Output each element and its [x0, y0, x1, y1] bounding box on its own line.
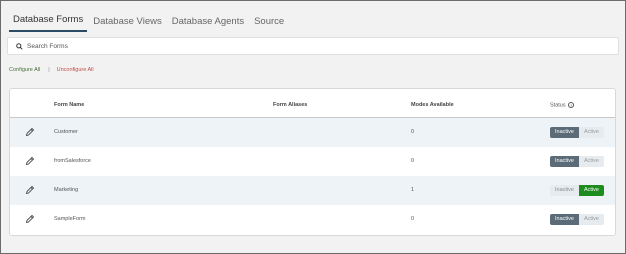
- status-inactive-button[interactable]: Inactive: [550, 214, 579, 225]
- status-active-button[interactable]: Active: [578, 185, 604, 196]
- bulk-actions: Configure All | Unconfigure All: [9, 67, 94, 73]
- header-modes-available: Modes Available: [411, 102, 454, 108]
- status-inactive-button[interactable]: Inactive: [550, 127, 579, 138]
- tab-database-forms[interactable]: Database Forms: [9, 14, 88, 32]
- status-inactive-button[interactable]: Inactive: [550, 185, 579, 196]
- status-active-button[interactable]: Active: [578, 127, 604, 138]
- status-inactive-button[interactable]: Inactive: [550, 156, 579, 167]
- cell-form-name: fromSalesforce: [54, 158, 91, 164]
- tab-bar: Database Forms Database Views Database A…: [9, 8, 290, 32]
- cell-form-name: Marketing: [54, 187, 79, 193]
- search-icon: [13, 40, 25, 52]
- status-toggle: Inactive Active: [550, 156, 604, 167]
- search-bar: [7, 37, 619, 55]
- forms-table: Form Name Form Aliases Modes Available S…: [9, 88, 616, 236]
- cell-modes-available: 0: [411, 129, 415, 135]
- status-toggle: Inactive Active: [550, 185, 604, 196]
- edit-pencil-icon[interactable]: [25, 127, 35, 137]
- table-row: fromSalesforce 0 Inactive Active: [10, 147, 615, 176]
- tab-database-agents[interactable]: Database Agents: [168, 16, 248, 32]
- configure-all-link[interactable]: Configure All: [9, 67, 40, 73]
- status-active-button[interactable]: Active: [578, 156, 604, 167]
- header-form-aliases: Form Aliases: [273, 102, 308, 108]
- unconfigure-all-link[interactable]: Unconfigure All: [57, 67, 94, 73]
- cell-modes-available: 1: [411, 187, 415, 193]
- header-status: Status ?: [550, 102, 575, 109]
- edit-pencil-icon[interactable]: [25, 214, 35, 224]
- table-row: Customer 0 Inactive Active: [10, 118, 615, 147]
- tab-source[interactable]: Source: [250, 16, 288, 32]
- status-toggle: Inactive Active: [550, 127, 604, 138]
- cell-form-name: SampleForm: [54, 216, 86, 222]
- actions-separator: |: [48, 67, 50, 73]
- edit-pencil-icon[interactable]: [25, 185, 35, 195]
- status-toggle: Inactive Active: [550, 214, 604, 225]
- help-icon[interactable]: ?: [568, 102, 575, 108]
- header-status-label: Status: [550, 102, 566, 109]
- table-row: Marketing 1 Inactive Active: [10, 176, 615, 205]
- table-row: SampleForm 0 Inactive Active: [10, 205, 615, 234]
- cell-modes-available: 0: [411, 216, 415, 222]
- table-header: Form Name Form Aliases Modes Available S…: [10, 89, 615, 118]
- header-form-name: Form Name: [54, 102, 85, 108]
- tab-database-views[interactable]: Database Views: [89, 16, 165, 32]
- search-input[interactable]: [27, 39, 607, 53]
- cell-modes-available: 0: [411, 158, 415, 164]
- cell-form-name: Customer: [54, 129, 78, 135]
- status-active-button[interactable]: Active: [578, 214, 604, 225]
- edit-pencil-icon[interactable]: [25, 156, 35, 166]
